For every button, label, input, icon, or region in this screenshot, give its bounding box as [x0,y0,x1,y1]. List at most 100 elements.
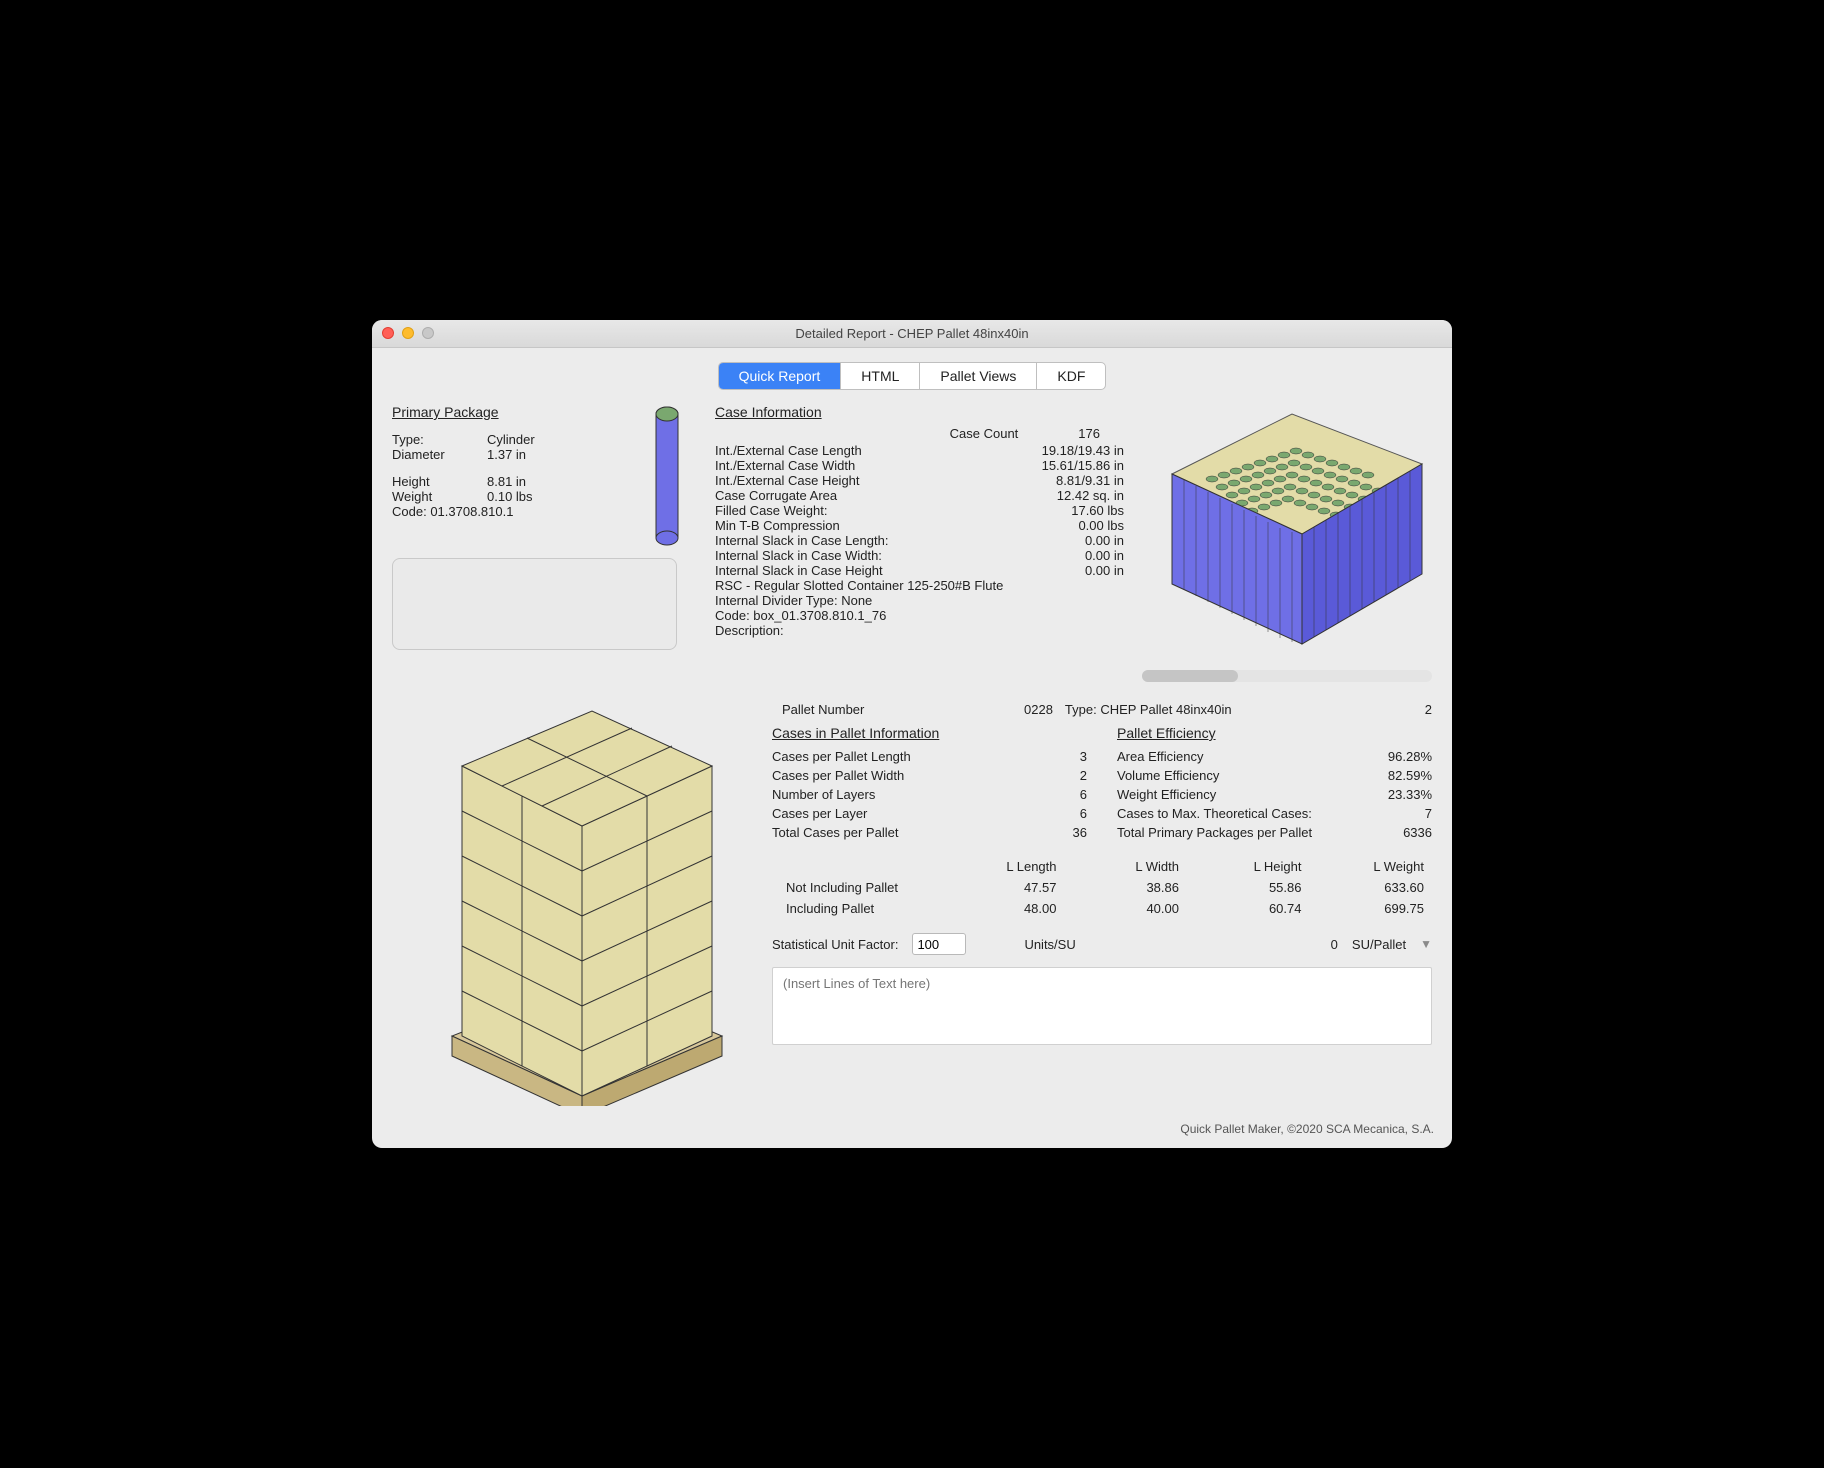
cmt-label: Cases to Max. Theoretical Cases: [1117,806,1362,821]
primary-notes-box[interactable] [392,558,677,650]
su-factor-input[interactable] [912,933,966,955]
dimensions-table: L Length L Width L Height L Weight Not I… [772,856,1432,919]
primary-weight-value: 0.10 lbs [487,489,567,504]
primary-height-label: Height [392,474,487,489]
cpw-label: Cases per Pallet Width [772,768,1017,783]
case-slack-width-label: Internal Slack in Case Width: [715,548,1013,563]
totalcases-label: Total Cases per Pallet [772,825,1017,840]
case-corrugate-label: Case Corrugate Area [715,488,1013,503]
tab-kdf[interactable]: KDF [1037,363,1105,389]
case-image-scrollbar[interactable] [1142,670,1432,682]
case-width-label: Int./External Case Width [715,458,1013,473]
case-3d-image [1142,404,1432,682]
case-filled-weight-value: 17.60 lbs [1013,503,1128,518]
layers-value: 6 [1017,787,1087,802]
close-icon[interactable] [382,327,394,339]
case-corrugate-value: 12.42 sq. in [1013,488,1128,503]
cmt-value: 7 [1362,806,1432,821]
primary-type-label: Type: [392,432,487,447]
pallet-type-value: CHEP Pallet 48inx40in [1100,702,1231,717]
primary-height-value: 8.81 in [487,474,567,489]
pallet-index-value: 2 [1402,702,1432,717]
pallet-efficiency-col: Pallet Efficiency Area Efficiency96.28% … [1117,725,1432,842]
case-section: Case Information Case Count 176 Int./Ext… [715,404,1432,682]
dim-h-length: L Length [948,859,1065,874]
cplayer-value: 6 [1017,806,1087,821]
area-eff-value: 96.28% [1362,749,1432,764]
su-per-pallet-label: SU/Pallet [1352,937,1406,952]
pallet-data-block: Pallet Number 0228 Type: CHEP Pallet 48i… [772,702,1432,1106]
primary-package-heading: Primary Package [392,404,637,420]
maximize-icon[interactable] [422,327,434,339]
lower-row: Pallet Number 0228 Type: CHEP Pallet 48i… [392,702,1432,1106]
case-description-label: Description: [715,623,1128,638]
dim-r2-len: 48.00 [948,901,1065,916]
dim-r1-wid: 38.86 [1071,880,1188,895]
case-tb-label: Min T-B Compression [715,518,1013,533]
tab-bar: Quick Report HTML Pallet Views KDF [718,362,1107,390]
weight-eff-value: 23.33% [1362,787,1432,802]
tab-row: Quick Report HTML Pallet Views KDF [372,362,1452,390]
scrollbar-thumb[interactable] [1142,670,1238,682]
pallet-number-value: 0228 [1024,702,1053,717]
notes-textarea[interactable] [772,967,1432,1045]
tab-quick-report[interactable]: Quick Report [719,363,842,389]
case-tb-value: 0.00 lbs [1013,518,1128,533]
case-slack-height-value: 0.00 in [1013,563,1128,578]
app-window: Detailed Report - CHEP Pallet 48inx40in … [372,320,1452,1148]
case-rsc-text: RSC - Regular Slotted Container 125-250#… [715,578,1128,593]
primary-package-3d-icon [637,404,697,546]
case-length-label: Int./External Case Length [715,443,1013,458]
case-slack-width-value: 0.00 in [1013,548,1128,563]
primary-diameter-value: 1.37 in [487,447,567,462]
case-info-heading: Case Information [715,404,1128,420]
dim-h-height: L Height [1193,859,1310,874]
area-eff-label: Area Efficiency [1117,749,1362,764]
vol-eff-label: Volume Efficiency [1117,768,1362,783]
pallet-type-label: Type: [1065,702,1097,717]
dim-r2-wid: 40.00 [1071,901,1188,916]
tpp-value: 6336 [1362,825,1432,840]
case-height-label: Int./External Case Height [715,473,1013,488]
case-width-value: 15.61/15.86 in [1013,458,1128,473]
case-slack-length-label: Internal Slack in Case Length: [715,533,1013,548]
case-code-text: Code: box_01.3708.810.1_76 [715,608,1128,623]
minimize-icon[interactable] [402,327,414,339]
case-height-value: 8.81/9.31 in [1013,473,1128,488]
dim-r2-hei: 60.74 [1193,901,1310,916]
primary-type-value: Cylinder [487,432,567,447]
pallet-efficiency-heading: Pallet Efficiency [1117,725,1432,741]
dim-r1-len: 47.57 [948,880,1065,895]
case-length-value: 19.18/19.43 in [1013,443,1128,458]
case-info-block: Case Information Case Count 176 Int./Ext… [715,404,1128,682]
case-filled-weight-label: Filled Case Weight: [715,503,1013,518]
dim-r1-hei: 55.86 [1193,880,1310,895]
cpw-value: 2 [1017,768,1087,783]
dim-h-weight: L Weight [1316,859,1433,874]
totalcases-value: 36 [1017,825,1087,840]
su-per-pallet-value: 0 [1331,937,1338,952]
dim-row1-label: Not Including Pallet [772,880,942,895]
tab-html[interactable]: HTML [841,363,920,389]
tab-pallet-views[interactable]: Pallet Views [920,363,1037,389]
chevron-down-icon[interactable]: ▼ [1420,937,1432,951]
upper-row: Primary Package Type:Cylinder Diameter1.… [392,404,1432,682]
window-controls [382,327,434,339]
tpp-label: Total Primary Packages per Pallet [1117,825,1362,840]
pallet-number-label: Pallet Number [772,702,1012,717]
titlebar: Detailed Report - CHEP Pallet 48inx40in [372,320,1452,348]
case-count-value: 176 [1078,426,1100,441]
dim-h-width: L Width [1071,859,1188,874]
primary-package-section: Primary Package Type:Cylinder Diameter1.… [392,404,697,682]
content: Primary Package Type:Cylinder Diameter1.… [372,398,1452,1116]
dim-row2-label: Including Pallet [772,901,942,916]
case-slack-height-label: Internal Slack in Case Height [715,563,1013,578]
vol-eff-value: 82.59% [1362,768,1432,783]
cpl-value: 3 [1017,749,1087,764]
su-factor-label: Statistical Unit Factor: [772,937,898,952]
cases-in-pallet-col: Cases in Pallet Information Cases per Pa… [772,725,1087,842]
su-units-label: Units/SU [1024,937,1075,952]
case-count-label: Case Count [950,426,1019,441]
footer-text: Quick Pallet Maker, ©2020 SCA Mecanica, … [372,1116,1452,1148]
dim-r1-wgt: 633.60 [1316,880,1433,895]
